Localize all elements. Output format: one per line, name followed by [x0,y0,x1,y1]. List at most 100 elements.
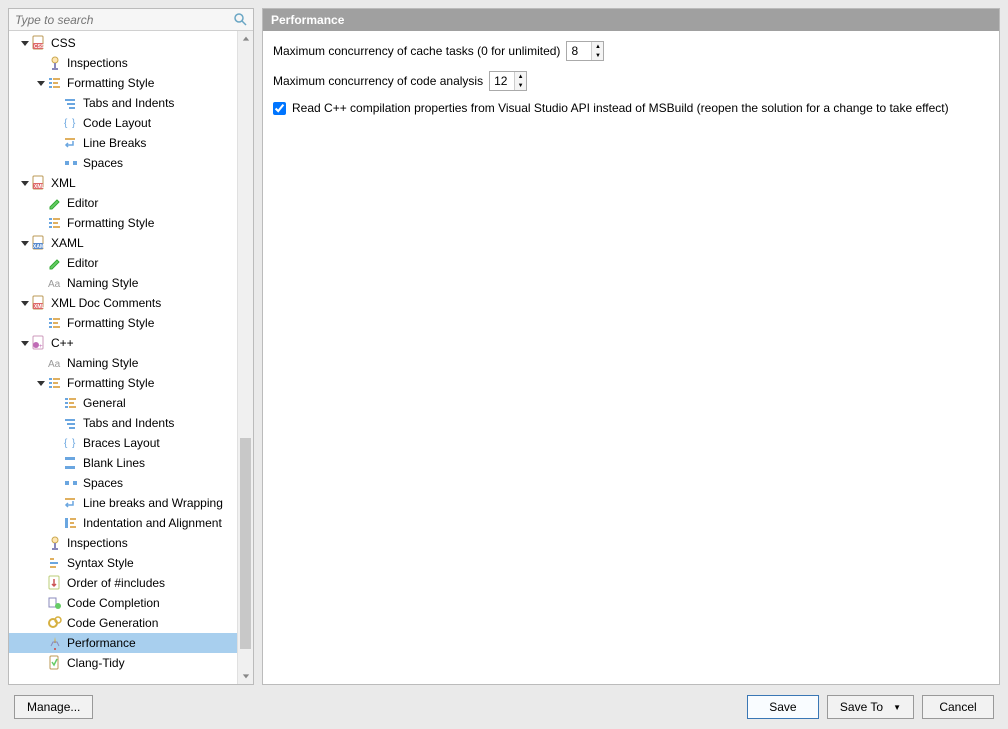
tree-item[interactable]: Clang-Tidy [9,653,253,673]
scroll-up-icon[interactable] [238,31,253,47]
tree-item[interactable]: Braces Layout [9,433,253,453]
inspect-icon [47,55,63,71]
tree-item[interactable]: Code Layout [9,113,253,133]
tree-item[interactable]: Inspections [9,53,253,73]
cpp-api-checkbox-row[interactable]: Read C++ compilation properties from Vis… [273,101,989,115]
tree-item[interactable]: Formatting Style [9,313,253,333]
page-title: Performance [263,9,999,31]
tree-item-label: General [83,396,126,410]
tree-item[interactable]: Naming Style [9,273,253,293]
tree-arrow-icon[interactable] [19,297,31,309]
cpp-icon [31,335,47,351]
analysis-concurrency-spinner[interactable]: ▲ ▼ [489,71,527,91]
tree-arrow-icon [35,197,47,209]
tree-arrow-icon [51,417,63,429]
tree-item[interactable]: General [9,393,253,413]
tree-item-label: Line Breaks [83,136,146,150]
xaml-icon [31,235,47,251]
tree-item[interactable]: XML Doc Comments [9,293,253,313]
tree-item[interactable]: CSS [9,33,253,53]
format-icon [63,395,79,411]
tree-arrow-icon [51,437,63,449]
tree-item-label: Formatting Style [67,76,154,90]
tree-item[interactable]: Naming Style [9,353,253,373]
tree-item[interactable]: Editor [9,193,253,213]
tree-item-label: Naming Style [67,356,138,370]
tree-item-label: Spaces [83,156,123,170]
manage-button[interactable]: Manage... [14,695,93,719]
spin-up-icon[interactable]: ▲ [592,42,603,51]
tree-item[interactable]: Editor [9,253,253,273]
layout-icon [63,115,79,131]
tree-item[interactable]: Blank Lines [9,453,253,473]
tree-item[interactable]: Formatting Style [9,373,253,393]
tree-item[interactable]: Syntax Style [9,553,253,573]
blank-icon [63,455,79,471]
tree-arrow-icon [35,577,47,589]
tree-arrow-icon[interactable] [35,377,47,389]
tree-item[interactable]: XML [9,173,253,193]
tree-item[interactable]: Tabs and Indents [9,413,253,433]
tree-item-label: XML [51,176,76,190]
cancel-button[interactable]: Cancel [922,695,994,719]
tree-item[interactable]: Tabs and Indents [9,93,253,113]
tree-item[interactable]: XAML [9,233,253,253]
tree-item[interactable]: Spaces [9,473,253,493]
tree-item-label: Clang-Tidy [67,656,125,670]
spaces-icon [63,475,79,491]
tree-arrow-icon [35,57,47,69]
analysis-concurrency-label: Maximum concurrency of code analysis [273,74,483,88]
tree-item-label: Line breaks and Wrapping [83,496,223,510]
tree-item[interactable]: Line breaks and Wrapping [9,493,253,513]
cpp-api-checkbox[interactable] [273,102,286,115]
tree-item[interactable]: Inspections [9,533,253,553]
tree-item-label: Tabs and Indents [83,96,174,110]
search-icon[interactable] [233,12,249,28]
tree-item[interactable]: Performance [9,633,253,653]
tree-arrow-icon[interactable] [35,77,47,89]
tree-scrollbar[interactable] [237,31,253,684]
tree-arrow-icon [51,457,63,469]
pencil-icon [47,195,63,211]
tree-item-label: Performance [67,636,136,650]
cache-concurrency-input[interactable] [567,42,591,60]
spin-down-icon[interactable]: ▼ [515,81,526,90]
tree-item[interactable]: Order of #includes [9,573,253,593]
tree-item[interactable]: C++ [9,333,253,353]
tree-item[interactable]: Formatting Style [9,73,253,93]
tree-arrow-icon[interactable] [19,337,31,349]
tree-item-label: Code Layout [83,116,151,130]
search-input[interactable] [9,9,253,30]
tree-item-label: Formatting Style [67,316,154,330]
tree-arrow-icon[interactable] [19,237,31,249]
tree-item-label: Order of #includes [67,576,165,590]
tree-item-label: Editor [67,256,98,270]
inspect-icon [47,535,63,551]
tree-item-label: Editor [67,196,98,210]
spin-up-icon[interactable]: ▲ [515,72,526,81]
tree-arrow-icon[interactable] [19,177,31,189]
pencil-icon [47,255,63,271]
tree-item[interactable]: Indentation and Alignment [9,513,253,533]
tree-item[interactable]: Code Generation [9,613,253,633]
tree-item[interactable]: Line Breaks [9,133,253,153]
tree-arrow-icon [35,317,47,329]
xmldoc-icon [31,295,47,311]
css-icon [31,35,47,51]
scroll-down-icon[interactable] [238,668,253,684]
save-to-button[interactable]: Save To ▼ [827,695,914,719]
naming-icon [47,275,63,291]
cpp-api-checkbox-label: Read C++ compilation properties from Vis… [292,101,949,115]
tree-item[interactable]: Spaces [9,153,253,173]
save-button[interactable]: Save [747,695,819,719]
tree-arrow-icon[interactable] [19,37,31,49]
tree-item[interactable]: Formatting Style [9,213,253,233]
complete-icon [47,595,63,611]
settings-tree: CSSInspectionsFormatting StyleTabs and I… [9,31,253,675]
xml-icon [31,175,47,191]
tree-item[interactable]: Code Completion [9,593,253,613]
spin-down-icon[interactable]: ▼ [592,51,603,60]
cache-concurrency-spinner[interactable]: ▲ ▼ [566,41,604,61]
tree-arrow-icon [35,557,47,569]
analysis-concurrency-input[interactable] [490,72,514,90]
